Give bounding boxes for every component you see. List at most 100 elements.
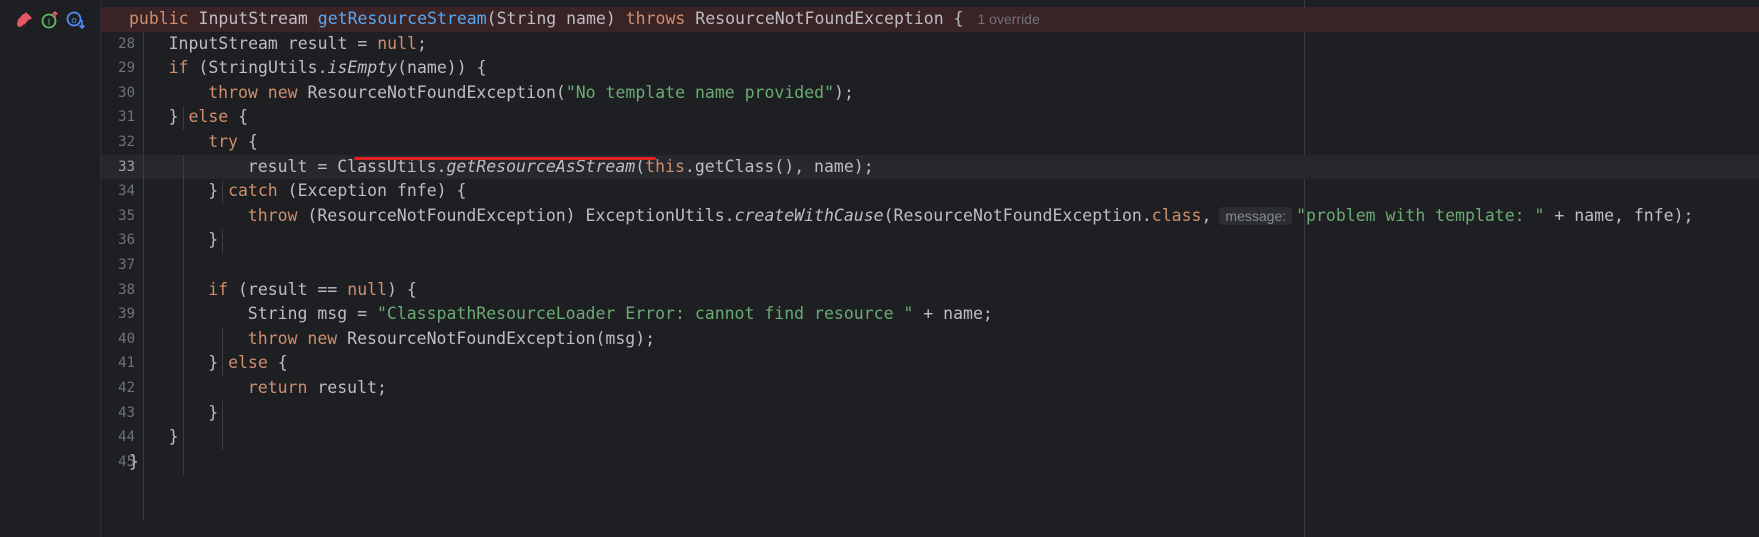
overriding-method-icon[interactable]: o (66, 10, 86, 30)
code-line[interactable]: 31 } else { (101, 105, 1759, 130)
code-line[interactable]: 32 try { (101, 130, 1759, 155)
implementing-method-icon[interactable]: I (40, 10, 60, 30)
code-text[interactable]: } (208, 401, 218, 426)
code-token: throw new (208, 82, 308, 102)
code-text[interactable]: try { (208, 130, 258, 155)
code-token: ResourceNotFoundException { (695, 9, 964, 28)
code-token: } (208, 353, 229, 373)
code-text[interactable]: if (StringUtils.isEmpty(name)) { (169, 56, 487, 81)
code-lines[interactable]: public InputStream getResourceStream(Str… (101, 0, 1759, 537)
line-number[interactable]: 33 (101, 155, 135, 180)
indent-guide (222, 229, 223, 253)
indent-guide (222, 180, 223, 204)
code-text[interactable]: InputStream result = null; (169, 32, 427, 57)
editor-gutter[interactable]: I o (0, 0, 100, 537)
code-token: try (208, 132, 248, 151)
code-token: getResourceStream (317, 9, 487, 28)
code-text[interactable]: } else { (169, 105, 248, 130)
code-token: } (168, 107, 189, 127)
line-number[interactable]: 37 (101, 253, 135, 278)
line-number[interactable]: 31 (101, 105, 135, 130)
code-line[interactable]: 29 if (StringUtils.isEmpty(name)) { (101, 56, 1759, 81)
code-token: (ResourceNotFoundException) ExceptionUti… (307, 205, 735, 225)
code-text[interactable]: } (169, 425, 179, 450)
code-line[interactable]: 40 throw new ResourceNotFoundException(ms… (101, 327, 1759, 352)
code-line[interactable]: 33 result = ClassUtils.getResourceAsStrea… (101, 154, 1759, 180)
code-line[interactable]: 28 InputStream result = null; (101, 32, 1759, 57)
line-number[interactable]: 42 (101, 376, 135, 401)
code-token: (ResourceNotFoundException. (883, 205, 1152, 225)
code-token: (StringUtils. (198, 58, 328, 78)
code-token: ResourceNotFoundException( (307, 82, 566, 102)
code-token: } (208, 181, 229, 201)
code-token: null (347, 279, 388, 299)
code-token: null (377, 33, 417, 53)
line-number[interactable]: 35 (101, 204, 135, 229)
code-token: } (168, 427, 179, 447)
code-token: ) { (387, 279, 417, 299)
code-token: { (277, 353, 288, 373)
code-token: class (1151, 205, 1202, 225)
line-number[interactable]: 38 (101, 278, 135, 303)
code-line[interactable]: 36} (101, 228, 1759, 253)
code-token: else (188, 107, 239, 127)
indent-guide (183, 106, 184, 130)
error-underline (354, 157, 656, 160)
code-line[interactable]: 30 throw new ResourceNotFoundException("N… (101, 81, 1759, 106)
code-token: if (168, 58, 199, 78)
code-line[interactable]: 35 throw (ResourceNotFoundException) Exce… (101, 204, 1759, 229)
line-number[interactable]: 30 (101, 81, 135, 106)
svg-text:I: I (48, 18, 51, 28)
code-token: { (247, 132, 258, 151)
code-token: return (247, 378, 318, 397)
code-token: "problem with template: " (1296, 205, 1545, 225)
code-token: + name; (913, 304, 993, 324)
code-token: throw (247, 205, 308, 225)
line-number[interactable]: 28 (101, 32, 135, 57)
code-text[interactable]: } (208, 228, 218, 253)
breakpoint-icon[interactable] (14, 10, 34, 30)
code-text[interactable]: throw new ResourceNotFoundException(msg)… (248, 327, 655, 352)
line-number[interactable]: 44 (101, 425, 135, 450)
line-number[interactable]: 32 (101, 130, 135, 155)
code-token: (result == (238, 279, 348, 299)
line-number[interactable]: 43 (101, 401, 135, 426)
code-token: } (208, 402, 219, 422)
code-line[interactable]: 44} (101, 425, 1759, 450)
code-line-breakpoint[interactable]: public InputStream getResourceStream(Str… (101, 7, 1759, 32)
svg-text:o: o (71, 16, 77, 26)
indent-guide (183, 155, 184, 475)
code-text[interactable]: String msg = "ClasspathResourceLoader Er… (248, 302, 993, 327)
code-text[interactable]: } else { (208, 351, 287, 376)
code-token: InputStream result = (168, 33, 378, 53)
code-line[interactable]: 37 (101, 253, 1759, 278)
code-text[interactable]: throw new ResourceNotFoundException("No … (208, 81, 854, 106)
code-text[interactable]: } catch (Exception fnfe) { (208, 179, 466, 204)
code-token: ResourceNotFoundException(msg); (347, 328, 656, 348)
code-line[interactable]: 42 return result; (101, 376, 1759, 401)
code-line[interactable]: 34 } catch (Exception fnfe) { (101, 179, 1759, 204)
code-text[interactable]: if (result == null) { (208, 278, 417, 303)
line-number[interactable]: 40 (101, 327, 135, 352)
code-token: catch (228, 181, 288, 201)
code-text[interactable]: public InputStream getResourceStream(Str… (129, 7, 1040, 32)
code-token: createWithCause (734, 205, 884, 225)
code-line[interactable]: 45} (101, 450, 1759, 475)
code-text[interactable]: return result; (248, 376, 387, 401)
code-text[interactable]: } (129, 450, 139, 475)
code-line[interactable]: 43} (101, 401, 1759, 426)
code-editor[interactable]: I o public InputStream getResourceStream… (0, 0, 1759, 537)
line-number[interactable]: 29 (101, 56, 135, 81)
line-number[interactable]: 36 (101, 228, 135, 253)
line-number[interactable]: 41 (101, 351, 135, 376)
indent-guide (222, 401, 223, 450)
code-line[interactable]: 38 if (result == null) { (101, 278, 1759, 303)
code-line[interactable]: 39 String msg = "ClasspathResourceLoader … (101, 302, 1759, 327)
line-number[interactable]: 34 (101, 179, 135, 204)
code-text[interactable]: throw (ResourceNotFoundException) Except… (247, 204, 1693, 229)
code-token: isEmpty (327, 58, 398, 78)
code-line[interactable]: 41 } else { (101, 351, 1759, 376)
code-token: result; (317, 378, 387, 397)
override-count-hint[interactable]: 1 override (978, 11, 1040, 27)
line-number[interactable]: 39 (101, 302, 135, 327)
